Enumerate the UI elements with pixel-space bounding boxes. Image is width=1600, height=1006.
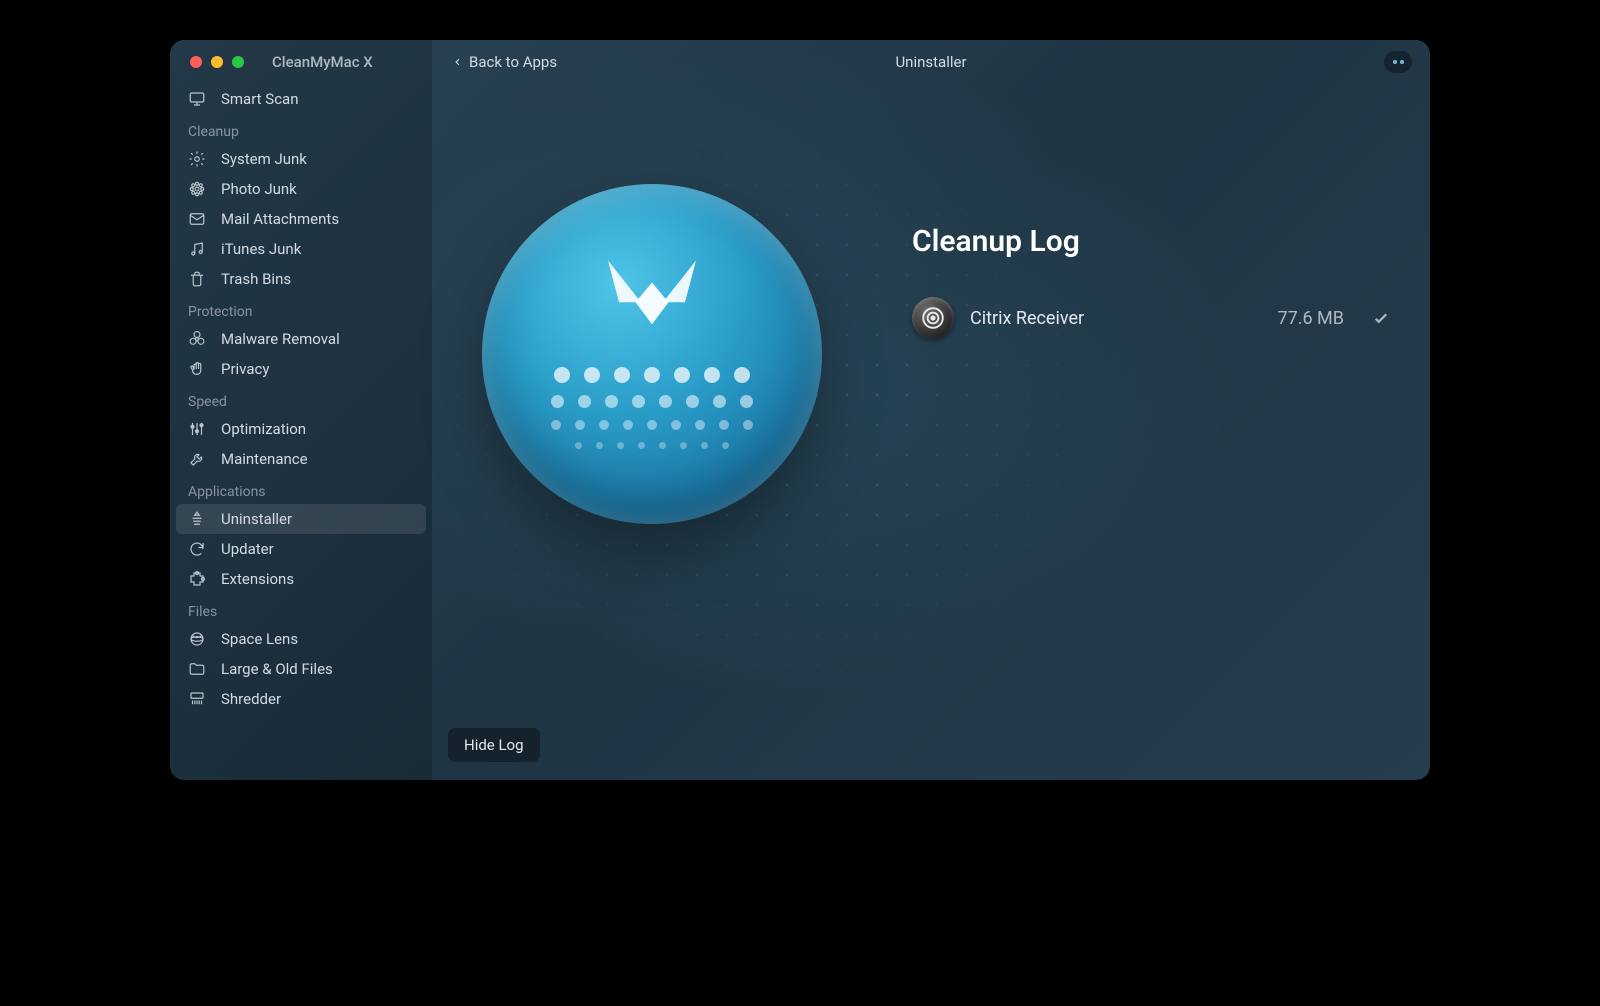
sidebar-item-label: System Junk: [221, 150, 307, 168]
section-label-speed: Speed: [170, 384, 432, 414]
sidebar-item-label: Optimization: [221, 420, 306, 438]
back-button[interactable]: Back to Apps: [452, 53, 557, 71]
close-window-button[interactable]: [190, 56, 202, 68]
sidebar-item-uninstaller[interactable]: Uninstaller: [176, 504, 426, 534]
section-label-cleanup: Cleanup: [170, 114, 432, 144]
sidebar-item-trash-bins[interactable]: Trash Bins: [170, 264, 432, 294]
sidebar-item-maintenance[interactable]: Maintenance: [170, 444, 432, 474]
wrench-icon: [188, 450, 206, 468]
uninstall-icon: [188, 510, 206, 528]
gear-icon: [188, 150, 206, 168]
shower-dots-icon: [551, 367, 753, 449]
app-window: CleanMyMac X Smart Scan Cleanup System J…: [170, 40, 1430, 780]
sidebar-item-system-junk[interactable]: System Junk: [170, 144, 432, 174]
content-area: Cleanup Log Citrix Receiver 77.6 MB Hide…: [432, 84, 1430, 780]
sidebar-item-itunes-junk[interactable]: iTunes Junk: [170, 234, 432, 264]
sidebar-item-large-old-files[interactable]: Large & Old Files: [170, 654, 432, 684]
sidebar-item-label: Privacy: [221, 360, 269, 378]
app-title: CleanMyMac X: [272, 53, 373, 71]
log-item-size: 77.6 MB: [1278, 308, 1345, 329]
mail-icon: [188, 210, 206, 228]
shredder-icon: [188, 690, 206, 708]
cleanup-hero-icon: [482, 184, 822, 524]
sidebar-item-privacy[interactable]: Privacy: [170, 354, 432, 384]
sidebar-item-optimization[interactable]: Optimization: [170, 414, 432, 444]
sidebar-item-malware-removal[interactable]: Malware Removal: [170, 324, 432, 354]
zoom-window-button[interactable]: [232, 56, 244, 68]
flower-icon: [188, 180, 206, 198]
hero-column: [442, 114, 862, 524]
sidebar-item-label: Extensions: [221, 570, 294, 588]
sidebar-item-label: Shredder: [221, 690, 281, 708]
folder-icon: [188, 660, 206, 678]
titlebar: CleanMyMac X: [170, 40, 432, 84]
sidebar-item-label: Space Lens: [221, 630, 298, 648]
back-label: Back to Apps: [469, 53, 557, 71]
sidebar-item-shredder[interactable]: Shredder: [170, 684, 432, 714]
sidebar-item-label: Photo Junk: [221, 180, 297, 198]
sidebar-item-updater[interactable]: Updater: [170, 534, 432, 564]
main-content: Back to Apps Uninstaller: [432, 40, 1430, 780]
section-label-applications: Applications: [170, 474, 432, 504]
sidebar-item-label: Large & Old Files: [221, 660, 333, 678]
sidebar-item-label: Smart Scan: [221, 90, 299, 108]
section-label-protection: Protection: [170, 294, 432, 324]
puzzle-icon: [188, 570, 206, 588]
sidebar-item-mail-attachments[interactable]: Mail Attachments: [170, 204, 432, 234]
sidebar-item-smart-scan[interactable]: Smart Scan: [170, 84, 432, 114]
traffic-lights: [190, 56, 244, 68]
sidebar-item-label: iTunes Junk: [221, 240, 301, 258]
page-title: Uninstaller: [895, 53, 966, 71]
sidebar-item-label: Uninstaller: [221, 510, 292, 528]
top-bar: Back to Apps Uninstaller: [432, 40, 1430, 84]
hide-log-button[interactable]: Hide Log: [448, 728, 540, 762]
hide-log-label: Hide Log: [464, 736, 524, 754]
sidebar-item-extensions[interactable]: Extensions: [170, 564, 432, 594]
check-icon: [1372, 309, 1390, 327]
chevron-left-icon: [452, 54, 463, 70]
sidebar: CleanMyMac X Smart Scan Cleanup System J…: [170, 40, 432, 780]
assistant-button[interactable]: [1384, 51, 1412, 73]
sliders-icon: [188, 420, 206, 438]
log-title: Cleanup Log: [912, 224, 1390, 259]
trash-icon: [188, 270, 206, 288]
cleanup-log: Cleanup Log Citrix Receiver 77.6 MB: [862, 114, 1390, 339]
refresh-icon: [188, 540, 206, 558]
monitor-icon: [188, 90, 206, 108]
hand-icon: [188, 360, 206, 378]
music-icon: [188, 240, 206, 258]
section-label-files: Files: [170, 594, 432, 624]
citrix-icon: [912, 297, 954, 339]
biohazard-icon: [188, 330, 206, 348]
sidebar-item-label: Malware Removal: [221, 330, 340, 348]
sidebar-item-label: Trash Bins: [221, 270, 291, 288]
sidebar-item-label: Maintenance: [221, 450, 308, 468]
lens-icon: [188, 630, 206, 648]
sidebar-item-label: Mail Attachments: [221, 210, 339, 228]
x-logo-icon: [597, 249, 707, 349]
sidebar-item-label: Updater: [221, 540, 274, 558]
log-item: Citrix Receiver 77.6 MB: [912, 297, 1390, 339]
log-item-name: Citrix Receiver: [970, 308, 1262, 329]
minimize-window-button[interactable]: [211, 56, 223, 68]
sidebar-item-space-lens[interactable]: Space Lens: [170, 624, 432, 654]
sidebar-item-photo-junk[interactable]: Photo Junk: [170, 174, 432, 204]
